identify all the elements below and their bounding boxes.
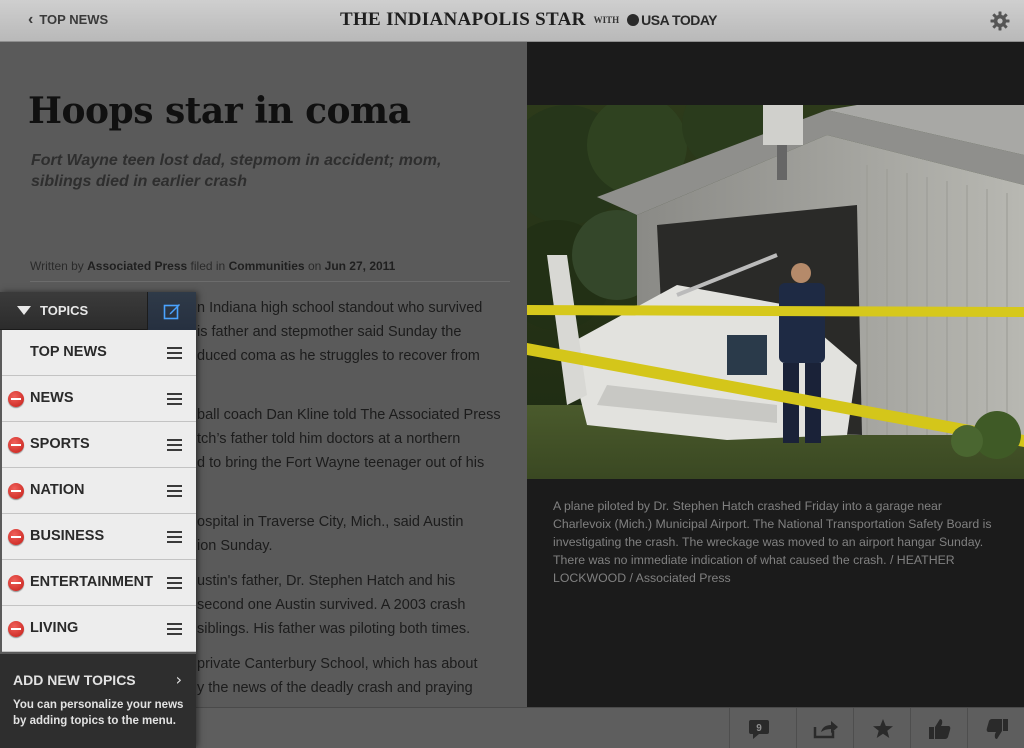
news-photo[interactable]: [527, 105, 1024, 479]
topic-label: NATION: [30, 482, 85, 498]
topic-item-news[interactable]: NEWS: [2, 376, 196, 422]
remove-icon[interactable]: [8, 621, 24, 637]
body-line: n Indiana high school standout who survi…: [197, 300, 483, 316]
add-topics-button[interactable]: ADD NEW TOPICS › You can personalize you…: [0, 654, 196, 748]
reorder-handle-icon[interactable]: [167, 347, 182, 359]
triangle-down-icon: [17, 306, 31, 315]
topic-label: ENTERTAINMENT: [30, 574, 153, 590]
body-line: ospital in Traverse City, Mich., said Au…: [197, 514, 464, 530]
topic-label: LIVING: [30, 620, 79, 636]
body-line: d to bring the Fort Wayne teenager out o…: [197, 455, 485, 471]
topics-header-label: TOPICS: [40, 303, 89, 318]
topics-panel: TOPICS TOP NEWS NEWS SPORTS NATION BUSIN…: [0, 292, 196, 748]
topic-item-top-news[interactable]: TOP NEWS: [2, 330, 196, 376]
reorder-handle-icon[interactable]: [167, 577, 182, 589]
byline-author[interactable]: Associated Press: [87, 259, 187, 273]
comments-button[interactable]: 9: [729, 708, 787, 748]
article-headline: Hoops star in coma: [28, 90, 411, 132]
topics-header[interactable]: TOPICS: [0, 292, 196, 330]
topic-label: TOP NEWS: [30, 344, 107, 360]
masthead: The Indianapolis Star WITH USA TODAY: [340, 9, 718, 31]
topic-item-entertainment[interactable]: ENTERTAINMENT: [2, 560, 196, 606]
top-bar: ‹ TOP NEWS The Indianapolis Star WITH US…: [0, 0, 1024, 42]
gear-icon[interactable]: [990, 11, 1010, 31]
back-button[interactable]: ‹ TOP NEWS: [28, 10, 109, 28]
topic-list: TOP NEWS NEWS SPORTS NATION BUSINESS ENT…: [2, 330, 196, 652]
thumbs-down-icon: [986, 718, 1008, 739]
byline-date: Jun 27, 2011: [324, 259, 396, 273]
body-line: ion Sunday.: [197, 538, 273, 554]
topic-item-living[interactable]: LIVING: [2, 606, 196, 652]
byline-on: on: [307, 259, 322, 273]
remove-icon[interactable]: [8, 437, 24, 453]
body-line: ball coach Dan Kline told The Associated…: [197, 407, 501, 423]
byline-prefix: Written by: [30, 259, 84, 273]
topic-item-business[interactable]: BUSINESS: [2, 514, 196, 560]
like-button[interactable]: [910, 708, 968, 748]
chevron-left-icon: ‹: [28, 10, 34, 28]
share-icon: [813, 720, 838, 738]
share-button[interactable]: [796, 708, 854, 748]
reorder-handle-icon[interactable]: [167, 623, 182, 635]
star-icon: [872, 718, 893, 738]
byline-section[interactable]: Communities: [229, 259, 305, 273]
topic-label: NEWS: [30, 390, 74, 406]
chevron-right-icon: ›: [175, 670, 182, 689]
thumbs-up-icon: [928, 718, 950, 739]
comment-icon: 9: [748, 719, 769, 739]
comment-count: 9: [756, 723, 762, 734]
partner-logo: USA TODAY: [627, 12, 718, 28]
body-line: private Canterbury School, which has abo…: [197, 656, 478, 672]
partner-name: USA TODAY: [641, 12, 718, 28]
edit-topics-button[interactable]: [147, 292, 196, 330]
body-line: is father and stepmother said Sunday the: [197, 324, 462, 340]
body-line: ustin's father, Dr. Stephen Hatch and hi…: [197, 573, 456, 589]
remove-icon[interactable]: [8, 391, 24, 407]
back-label: TOP NEWS: [39, 12, 109, 27]
topic-item-sports[interactable]: SPORTS: [2, 422, 196, 468]
body-line: y the news of the deadly crash and prayi…: [197, 680, 473, 696]
usa-today-dot-icon: [627, 14, 640, 26]
edit-icon: [163, 304, 180, 320]
reorder-handle-icon[interactable]: [167, 393, 182, 405]
article-deck: Fort Wayne teen lost dad, stepmom in acc…: [31, 152, 442, 190]
remove-icon[interactable]: [8, 483, 24, 499]
topic-label: BUSINESS: [30, 528, 105, 544]
reorder-handle-icon[interactable]: [167, 439, 182, 451]
body-line: second one Austin survived. A 2003 crash: [197, 597, 466, 613]
body-line: tch’s father told him doctors at a north…: [197, 431, 461, 447]
reorder-handle-icon[interactable]: [167, 531, 182, 543]
reorder-handle-icon[interactable]: [167, 485, 182, 497]
remove-icon[interactable]: [8, 529, 24, 545]
body-line: siblings. His father was piloting both t…: [197, 621, 471, 637]
byline-mid: filed in: [190, 259, 226, 273]
topic-item-nation[interactable]: NATION: [2, 468, 196, 514]
photo-pane: A plane piloted by Dr. Stephen Hatch cra…: [527, 42, 1024, 707]
add-topics-title: ADD NEW TOPICS: [13, 672, 136, 688]
photo-caption: A plane piloted by Dr. Stephen Hatch cra…: [553, 499, 992, 585]
favorite-button[interactable]: [853, 708, 911, 748]
body-line: duced coma as he struggles to recover fr…: [197, 348, 480, 364]
dislike-button[interactable]: [967, 708, 1024, 748]
remove-icon[interactable]: [8, 575, 24, 591]
add-topics-description: You can personalize your news by adding …: [13, 699, 184, 727]
masthead-with: WITH: [593, 15, 620, 25]
masthead-logo: The Indianapolis Star: [340, 9, 586, 30]
byline: Written by Associated Press filed in Com…: [30, 259, 510, 282]
topic-label: SPORTS: [30, 436, 90, 452]
